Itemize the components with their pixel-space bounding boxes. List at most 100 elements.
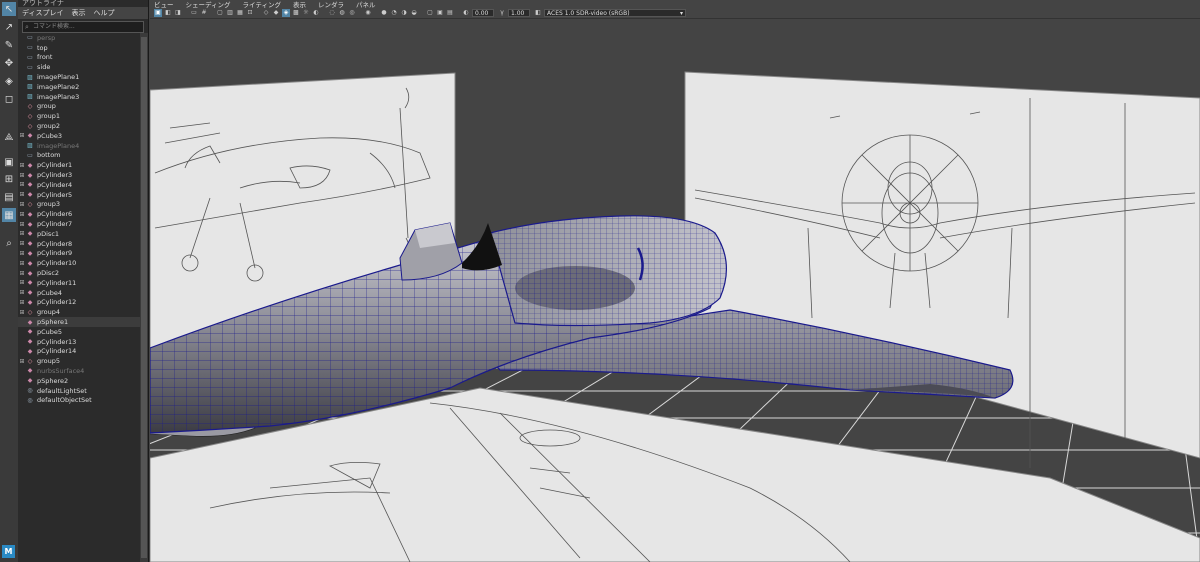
smooth-shade-icon[interactable]: ◆ — [272, 9, 280, 17]
colorspace-select[interactable]: ACES 1.0 SDR-video (sRGB) ▾ — [544, 9, 686, 17]
outliner-item[interactable]: ◆ pCylinder13 — [18, 337, 140, 347]
expand-icon[interactable]: ⊞ — [18, 358, 26, 365]
bookmark-icon[interactable]: ◨ — [174, 9, 182, 17]
colorspace-icon[interactable]: ◧ — [534, 9, 542, 17]
layout-outliner-icon[interactable]: ▦ — [2, 208, 16, 222]
xray-components-icon[interactable]: ◎ — [348, 9, 356, 17]
outliner-item[interactable]: ◆ nurbsSurface4 — [18, 366, 140, 376]
expand-icon[interactable]: ⊞ — [18, 132, 26, 139]
textured-icon[interactable]: ▩ — [292, 9, 300, 17]
expand-icon[interactable]: ⊞ — [18, 289, 26, 296]
outliner-item[interactable]: ⊞ ◆ pDisc2 — [18, 268, 140, 278]
expand-icon[interactable]: ⊞ — [18, 221, 26, 228]
camera-attr-icon[interactable]: ◧ — [164, 9, 172, 17]
field-chart-icon[interactable]: ⊡ — [246, 9, 254, 17]
layout-side-icon[interactable]: ▤ — [2, 190, 16, 204]
outliner-item[interactable]: ◎ defaultLightSet — [18, 386, 140, 396]
gamma-icon[interactable]: γ — [498, 9, 506, 17]
select-tool-icon[interactable]: ↖ — [2, 2, 16, 16]
expand-icon[interactable]: ⊞ — [18, 240, 26, 247]
expand-icon[interactable]: ⊞ — [18, 250, 26, 257]
viewport-panel[interactable]: ビュー シェーディング ライティング 表示 レンダラ パネル ▣ ◧ ◨ ▭ #… — [150, 0, 1200, 562]
expand-icon[interactable]: ⊞ — [18, 162, 26, 169]
wireframe-icon[interactable]: ◇ — [262, 9, 270, 17]
outliner-scrollbar[interactable] — [140, 33, 148, 562]
expand-icon[interactable]: ⊞ — [18, 172, 26, 179]
exposure-icon[interactable]: ◐ — [462, 9, 470, 17]
outliner-item[interactable]: ⊞ ◆ pCylinder6 — [18, 209, 140, 219]
menu-help[interactable]: ヘルプ — [94, 8, 115, 18]
use-all-lights-icon[interactable]: ☼ — [302, 9, 310, 17]
scene-canvas[interactable] — [150, 18, 1200, 562]
outliner-search-input[interactable]: ⌕ コマンド検索... — [22, 21, 144, 33]
isolate-select-icon[interactable]: ◉ — [364, 9, 372, 17]
expand-icon[interactable]: ⊞ — [18, 201, 26, 208]
expand-icon[interactable]: ⊞ — [18, 299, 26, 306]
paint-select-tool-icon[interactable]: ✎ — [2, 38, 16, 52]
outliner-item[interactable]: ◆ pSphere1 — [18, 317, 140, 327]
outliner-item[interactable]: ▨ imagePlane1 — [18, 72, 140, 82]
safe-action-icon[interactable]: ▢ — [426, 9, 434, 17]
outliner-item[interactable]: ⊞ ◆ pCylinder7 — [18, 219, 140, 229]
soft-select-icon[interactable]: ⟁ — [2, 130, 16, 144]
layout-single-icon[interactable]: ▣ — [2, 155, 16, 169]
expand-icon[interactable]: ⊞ — [18, 279, 26, 286]
outliner-item[interactable]: ◆ pSphere2 — [18, 376, 140, 386]
outliner-item[interactable]: ⊞ ◆ pCylinder10 — [18, 258, 140, 268]
outliner-item[interactable]: ▭ persp — [18, 33, 140, 43]
move-tool-icon[interactable]: ✥ — [2, 56, 16, 70]
gamma-field[interactable]: 1.00 — [508, 9, 530, 17]
film-gate-icon[interactable]: ▢ — [216, 9, 224, 17]
outliner-item[interactable]: ⊞ ◇ group5 — [18, 356, 140, 366]
search-icon[interactable]: ⌕ — [2, 236, 16, 250]
expand-icon[interactable]: ⊞ — [18, 181, 26, 188]
outliner-item[interactable]: ◆ pCube5 — [18, 327, 140, 337]
outliner-item[interactable]: ⊞ ◆ pCylinder5 — [18, 190, 140, 200]
outliner-item[interactable]: ⊞ ◆ pCylinder11 — [18, 278, 140, 288]
outliner-item[interactable]: ▭ bottom — [18, 151, 140, 161]
outliner-item[interactable]: ⊞ ◆ pCylinder1 — [18, 160, 140, 170]
outliner-item[interactable]: ◎ defaultObjectSet — [18, 395, 140, 405]
wireframe-on-shaded-icon[interactable]: ◈ — [282, 9, 290, 17]
outliner-item[interactable]: ▨ imagePlane4 — [18, 141, 140, 151]
ambient-occlusion-icon[interactable]: ● — [380, 9, 388, 17]
outliner-item[interactable]: ⊞ ◆ pDisc1 — [18, 229, 140, 239]
depth-of-field-icon[interactable]: ◒ — [410, 9, 418, 17]
scrollbar-thumb[interactable] — [141, 37, 147, 558]
outliner-item[interactable]: ⊞ ◆ pCube3 — [18, 131, 140, 141]
outliner-item[interactable]: ▨ imagePlane2 — [18, 82, 140, 92]
safe-title-icon[interactable]: ▣ — [436, 9, 444, 17]
outliner-item[interactable]: ⊞ ◆ pCylinder12 — [18, 298, 140, 308]
outliner-item[interactable]: ▭ front — [18, 53, 140, 63]
shadows-icon[interactable]: ◐ — [312, 9, 320, 17]
outliner-item[interactable]: ⊞ ◇ group3 — [18, 200, 140, 210]
expand-icon[interactable]: ⊞ — [18, 211, 26, 218]
xray-icon[interactable]: ◌ — [328, 9, 336, 17]
outliner-item[interactable]: ⊞ ◆ pCylinder9 — [18, 249, 140, 259]
outliner-item[interactable]: ⊞ ◆ pCylinder4 — [18, 180, 140, 190]
lasso-tool-icon[interactable]: ↗ — [2, 20, 16, 34]
outliner-item[interactable]: ◇ group — [18, 102, 140, 112]
grid-icon[interactable]: # — [200, 9, 208, 17]
outliner-item[interactable]: ◆ pCylinder14 — [18, 347, 140, 357]
xray-joints-icon[interactable]: ◍ — [338, 9, 346, 17]
outliner-item[interactable]: ⊞ ◇ group4 — [18, 307, 140, 317]
gate-mask-icon[interactable]: ▦ — [236, 9, 244, 17]
outliner-item[interactable]: ⊞ ◆ pCylinder3 — [18, 170, 140, 180]
outliner-item[interactable]: ◇ group2 — [18, 121, 140, 131]
outliner-item[interactable]: ▭ top — [18, 43, 140, 53]
image-plane-icon[interactable]: ▭ — [190, 9, 198, 17]
expand-icon[interactable]: ⊞ — [18, 260, 26, 267]
expand-icon[interactable]: ⊞ — [18, 309, 26, 316]
scale-tool-icon[interactable]: ◻ — [2, 92, 16, 106]
outliner-item[interactable]: ◇ group1 — [18, 111, 140, 121]
exposure-field[interactable]: 0.00 — [472, 9, 494, 17]
rotate-tool-icon[interactable]: ◈ — [2, 74, 16, 88]
select-camera-icon[interactable]: ▣ — [154, 9, 162, 17]
menu-show[interactable]: 表示 — [72, 8, 86, 18]
resolution-gate-icon[interactable]: ▥ — [226, 9, 234, 17]
hud-icon[interactable]: ▤ — [446, 9, 454, 17]
outliner-item[interactable]: ⊞ ◆ pCylinder8 — [18, 239, 140, 249]
outliner-item[interactable]: ▨ imagePlane3 — [18, 92, 140, 102]
expand-icon[interactable]: ⊞ — [18, 270, 26, 277]
